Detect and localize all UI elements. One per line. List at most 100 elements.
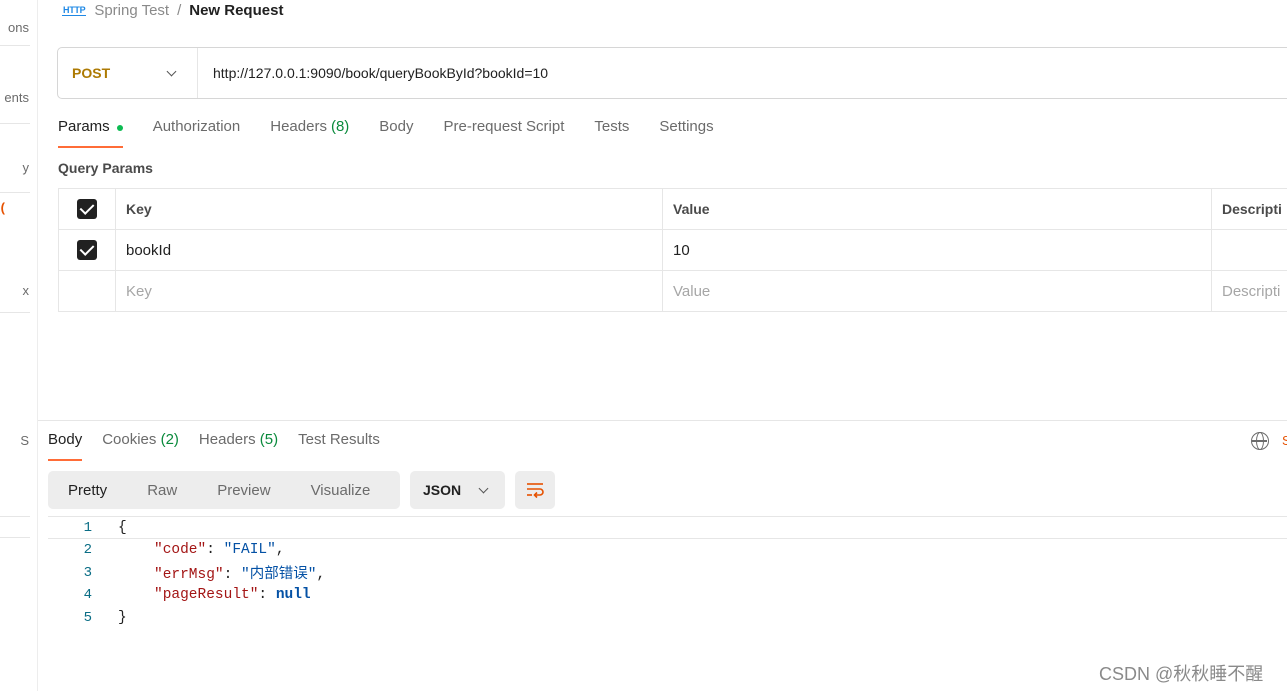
sidebar-fragment[interactable]: y [23,160,30,175]
breadcrumb-collection[interactable]: Spring Test [94,2,169,19]
table-header-row: Key Value Descripti [58,189,1287,230]
row-check-cell [58,230,116,270]
json-comma: , [275,542,285,559]
globe-icon[interactable] [1251,432,1269,450]
tab-settings[interactable]: Settings [659,118,713,148]
line-number: 3 [83,564,92,581]
table-row: bookId 10 [58,230,1287,271]
line-number: 5 [83,609,92,626]
tab-pre-request-script[interactable]: Pre-request Script [444,118,565,148]
view-preview-button[interactable]: Preview [197,471,290,509]
tab-label: Params [58,118,110,135]
json-value: "内部错误" [241,567,317,584]
code-text: { [118,519,127,536]
url-bar: POST [57,47,1287,99]
select-all-checkbox[interactable] [77,199,97,219]
divider [0,192,30,193]
param-key-field[interactable]: bookId [116,230,663,270]
code-line: 1 { [48,516,1287,539]
json-separator: : [223,567,242,584]
tab-body[interactable]: Body [379,118,413,148]
active-indicator-dot-icon [116,125,123,131]
divider [0,537,30,538]
tab-count: (5) [259,431,279,448]
tab-response-body[interactable]: Body [48,431,83,461]
line-number: 4 [83,587,92,604]
request-name[interactable]: New Request [189,2,283,19]
divider [0,516,30,517]
json-key: "code" [154,542,207,559]
sidebar-fragment[interactable]: S [20,433,29,448]
tab-label: Test Results [298,431,380,448]
watermark: CSDN @秋秋睡不醒 [1099,664,1264,684]
response-body-viewer[interactable]: 1 { 2 "code": "FAIL", 3 "errMsg": "内部错误"… [48,516,1287,636]
tab-test-results[interactable]: Test Results [298,431,380,461]
tab-params[interactable]: Params [58,118,123,148]
json-key: "pageResult" [154,587,259,604]
tab-label: Body [48,431,83,448]
view-raw-button[interactable]: Raw [127,471,197,509]
tab-headers[interactable]: Headers (8) [270,118,349,148]
code-line: 4 "pageResult": null [48,584,1287,607]
param-value-field[interactable]: 10 [663,230,1212,270]
wrap-lines-button[interactable] [515,471,555,509]
column-header-description: Descripti [1222,201,1282,217]
sidebar-fragment[interactable]: ( [1,200,5,215]
tab-count: (2) [160,431,179,448]
tab-label: Cookies [102,431,157,448]
select-all-cell [58,189,116,229]
json-value: null [275,587,311,604]
request-tabs: Params Authorization Headers (8) Body Pr… [58,118,744,148]
tab-label: Settings [659,118,714,135]
new-key-field[interactable]: Key [116,271,663,311]
new-value-field[interactable]: Value [663,271,1212,311]
json-key: "errMsg" [154,567,224,584]
row-checkbox[interactable] [77,240,97,260]
tab-cookies[interactable]: Cookies (2) [102,431,179,461]
url-input[interactable] [198,48,1287,98]
wrap-lines-icon [527,483,544,499]
format-select[interactable]: JSON [410,471,505,509]
sidebar-fragment[interactable]: ents [4,90,29,105]
tab-label: Headers [198,431,256,448]
column-header-key: Key [116,189,663,229]
code-line: 3 "errMsg": "内部错误", [48,562,1287,585]
line-number: 2 [83,542,92,559]
tab-response-headers[interactable]: Headers (5) [199,431,278,461]
code-line: 2 "code": "FAIL", [48,539,1287,562]
row-check-cell [58,271,116,311]
view-mode-group: Pretty Raw Preview Visualize [48,471,400,509]
response-divider[interactable] [38,420,1287,421]
format-label: JSON [423,482,462,498]
sidebar: ons ents y ( x S [0,0,38,691]
code-text: "errMsg": "内部错误", [154,562,325,583]
method-select[interactable]: POST [58,48,198,98]
code-text: } [118,609,127,626]
breadcrumb-separator: / [177,1,182,19]
chevron-down-icon [166,66,177,76]
divider [0,123,30,124]
response-tabs: Body Cookies (2) Headers (5) Test Result… [48,431,400,461]
table-row-empty: Key Value Descripti [58,271,1287,312]
view-visualize-button[interactable]: Visualize [291,471,391,509]
tab-authorization[interactable]: Authorization [153,118,241,148]
tab-count: (8) [330,118,350,135]
view-pretty-button[interactable]: Pretty [48,471,127,509]
tab-tests[interactable]: Tests [594,118,629,148]
json-separator: : [206,542,224,559]
sidebar-fragment[interactable]: x [23,283,30,298]
tab-label: Body [379,118,414,135]
json-value: "FAIL" [223,542,276,559]
param-description-field[interactable] [1212,230,1287,270]
breadcrumb: HTTP Spring Test / New Request [62,0,283,20]
status-indicator-icon[interactable]: S [1282,433,1287,447]
divider [0,312,30,313]
tab-label: Headers [270,118,327,135]
code-line: 5 } [48,607,1287,630]
tab-label: Tests [594,118,630,135]
tab-label: Authorization [152,118,241,135]
query-params-table: Key Value Descripti bookId 10 Key Value … [58,188,1287,312]
sidebar-fragment[interactable]: ons [8,20,29,35]
new-description-field[interactable]: Descripti [1212,271,1287,311]
column-header-value: Value [663,189,1212,229]
